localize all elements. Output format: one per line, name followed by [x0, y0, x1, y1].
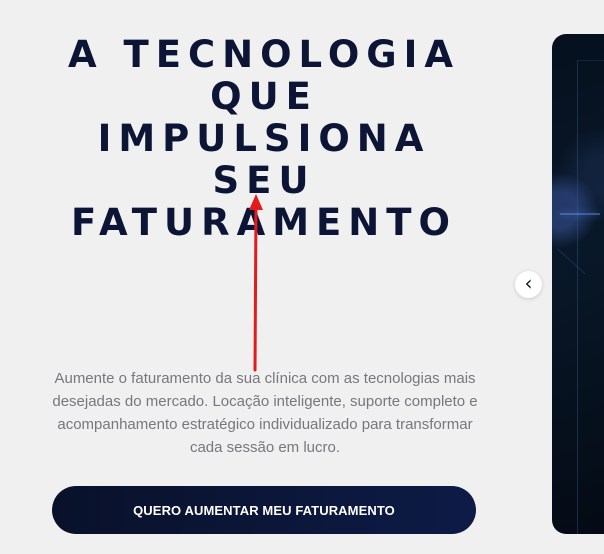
hero-title-line-2: QUE IMPULSIONA — [97, 75, 431, 160]
red-arrow-icon — [249, 194, 263, 372]
carousel-image-card — [552, 34, 604, 534]
hero-description: Aumente o faturamento da sua clínica com… — [52, 370, 478, 456]
landing-page: A TECNOLOGIA QUE IMPULSIONA SEU FATURAME… — [0, 0, 604, 554]
carousel-card-decoration — [556, 248, 586, 275]
increase-revenue-button[interactable]: QUERO AUMENTAR MEU FATURAMENTO — [52, 486, 476, 534]
hero-title-line-1: A TECNOLOGIA — [67, 33, 461, 76]
chevron-left-icon: ‹ — [524, 270, 533, 295]
carousel-previous-button[interactable]: ‹ — [515, 271, 542, 298]
